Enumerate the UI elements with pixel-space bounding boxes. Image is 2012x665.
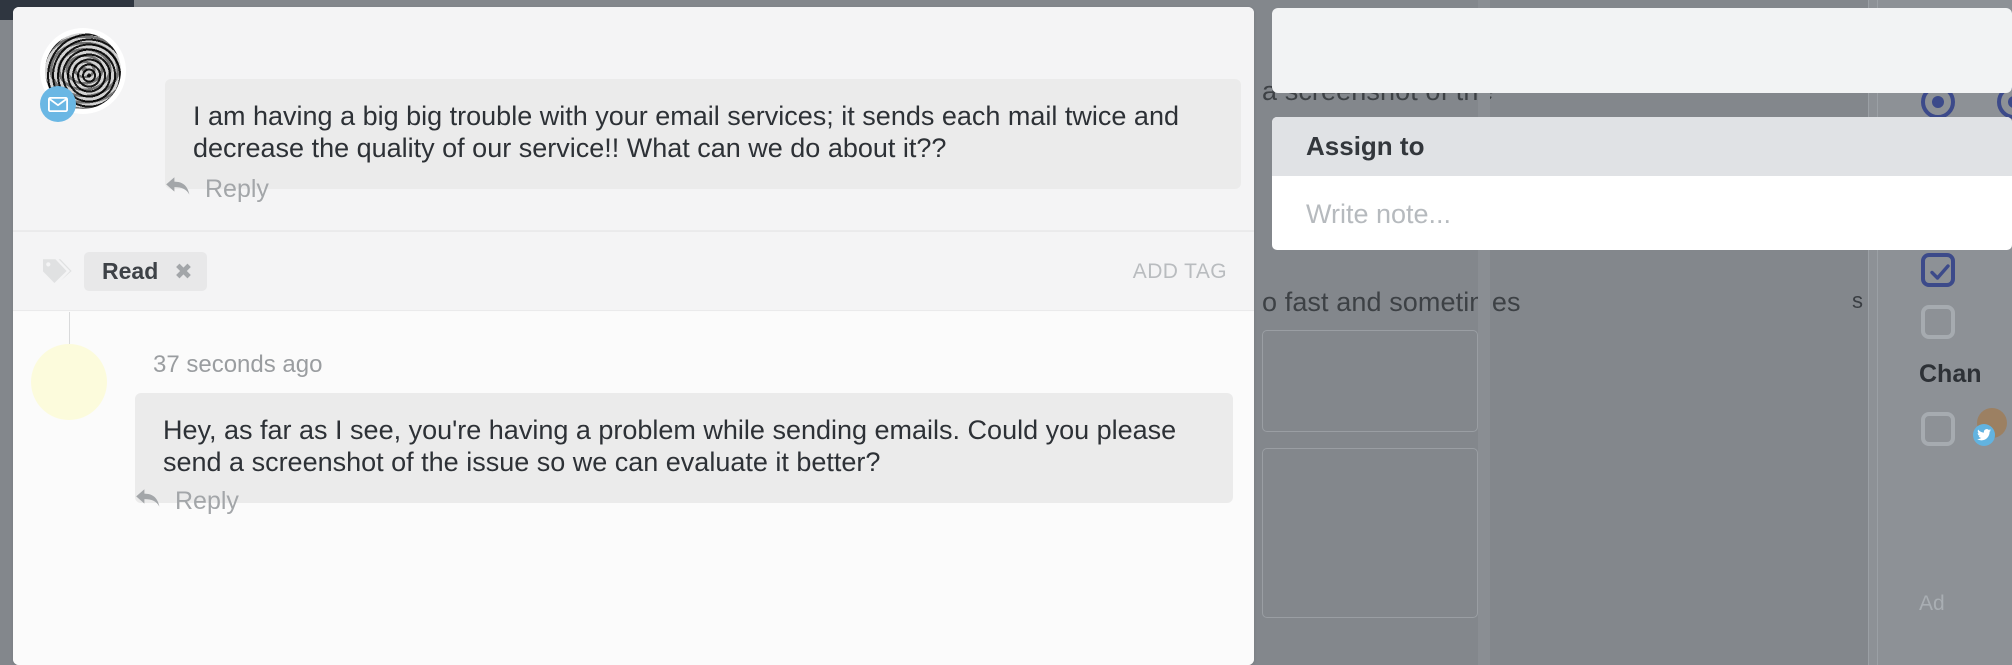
checkbox-checked[interactable] (1921, 253, 1955, 287)
twitter-bird-icon (1977, 429, 1991, 441)
agent-reply-button[interactable]: Reply (135, 487, 239, 516)
customer-avatar[interactable] (40, 28, 126, 122)
checkbox-unchecked-1[interactable] (1921, 305, 1955, 339)
tag-chip-label: Read (102, 258, 159, 284)
checkbox-unchecked-2[interactable] (1921, 412, 1955, 446)
agent-message-block: 37 seconds ago Hey, as far as I see, you… (13, 312, 1254, 665)
email-channel-badge (40, 86, 76, 122)
background-card-2 (1262, 448, 1478, 618)
assign-to-label: Assign to (1306, 131, 1425, 161)
reply-arrow-icon (165, 175, 191, 204)
agent-avatar[interactable] (31, 344, 107, 420)
assign-popover[interactable]: Assign to Write note... (1272, 117, 2012, 250)
thread-connector-line (69, 312, 70, 348)
background-card-1 (1262, 330, 1478, 432)
background-panel-divider (1478, 0, 1490, 665)
agent-message-bubble: Hey, as far as I see, you're having a pr… (135, 393, 1233, 503)
add-tag-button[interactable]: ADD TAG (1133, 260, 1227, 284)
customer-reply-label: Reply (205, 175, 269, 203)
rail-section-heading: Chan (1919, 360, 1982, 388)
tag-chip-read[interactable]: Read ✖ (84, 252, 207, 291)
background-rail-fragment: s (1852, 288, 1863, 313)
rail-add-label: Ad (1919, 592, 1945, 615)
tag-icon (41, 256, 73, 291)
conversation-card: I am having a big big trouble with your … (13, 7, 1254, 665)
write-note-input[interactable]: Write note... (1306, 199, 1451, 230)
email-icon (48, 96, 68, 112)
agent-reply-label: Reply (175, 487, 239, 515)
rail-twitter-badge (1973, 424, 1995, 446)
background-settings-rail: Chan Ad (1868, 0, 2012, 665)
customer-message-block: I am having a big big trouble with your … (13, 7, 1254, 231)
customer-message-bubble: I am having a big big trouble with your … (165, 79, 1241, 189)
reply-arrow-icon (135, 487, 161, 516)
assign-popover-header-card (1272, 8, 2012, 93)
assign-to-menu-item[interactable]: Assign to (1272, 117, 2012, 176)
check-icon (1930, 264, 1950, 280)
tag-row: Read ✖ ADD TAG (13, 231, 1254, 311)
agent-message-timestamp: 37 seconds ago (153, 351, 323, 378)
tag-remove-icon[interactable]: ✖ (174, 260, 192, 283)
rail-divider (1877, 0, 1878, 665)
customer-reply-button[interactable]: Reply (165, 175, 269, 204)
